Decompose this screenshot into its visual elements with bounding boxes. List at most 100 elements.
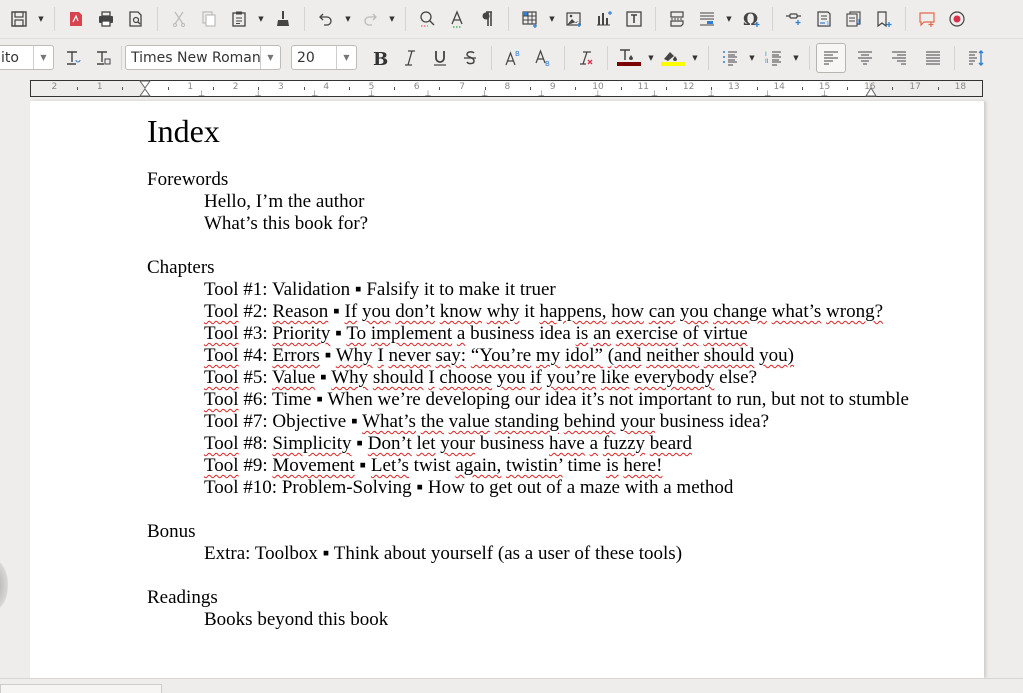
- paste-dropdown[interactable]: ▼: [254, 4, 268, 34]
- update-style-icon: [67, 50, 81, 65]
- insert-chart-button[interactable]: [589, 4, 619, 34]
- strikethrough-button[interactable]: [455, 43, 485, 73]
- tab-stop-marker: ⊥: [198, 89, 206, 98]
- export-pdf-button[interactable]: [61, 4, 91, 34]
- align-right-icon: [892, 51, 906, 64]
- chevron-down-icon[interactable]: ▼: [336, 46, 356, 69]
- word: else?: [719, 367, 758, 388]
- document-body[interactable]: Index Forewords Hello, I’m the author What…: [147, 111, 977, 653]
- section-title: Bonus: [147, 521, 196, 542]
- insert-footnote-button[interactable]: 1: [809, 4, 839, 34]
- insert-field-button[interactable]: [692, 4, 722, 34]
- insert-textbox-button[interactable]: [619, 4, 649, 34]
- cut-button[interactable]: [164, 4, 194, 34]
- index-section: Chapters Tool #1: Validation ▪ Falsify it…: [147, 257, 977, 499]
- undo-button[interactable]: [311, 4, 341, 34]
- paste-button[interactable]: [224, 4, 254, 34]
- numbered-list-icon: III: [765, 51, 781, 65]
- word: happens,: [539, 301, 607, 322]
- print-preview-button[interactable]: [121, 4, 151, 34]
- formatting-toolbar: ito ▼ Times New Roman ▼ 20 ▼ B B B ▼ ▼ ▼…: [0, 38, 1023, 76]
- ruler-tick: [756, 87, 758, 90]
- line-spacing-button[interactable]: [961, 43, 991, 73]
- strikethrough-icon: [464, 50, 476, 64]
- spelling-button[interactable]: [442, 4, 472, 34]
- pilcrow-icon: [482, 11, 492, 26]
- superscript-button[interactable]: B: [498, 43, 528, 73]
- insert-page-break-button[interactable]: [662, 4, 692, 34]
- ordered-list-dropdown[interactable]: ▼: [789, 43, 803, 73]
- align-center-button[interactable]: [850, 43, 880, 73]
- chevron-down-icon[interactable]: ▼: [33, 46, 53, 69]
- align-left-button[interactable]: [816, 42, 846, 73]
- update-style-button[interactable]: [58, 43, 88, 73]
- word: should: [372, 367, 424, 388]
- highlight-color-dropdown[interactable]: ▼: [688, 43, 702, 73]
- italic-button[interactable]: [395, 43, 425, 73]
- align-right-button[interactable]: [884, 43, 914, 73]
- font-color-button[interactable]: [614, 43, 644, 73]
- index-entry: Tool #8: Simplicity ▪ Don’t let your bus…: [147, 433, 977, 455]
- ruler-label: 1: [187, 82, 194, 92]
- chevron-down-icon[interactable]: ▼: [260, 46, 280, 69]
- ruler-label: 17: [909, 82, 921, 92]
- font-name-combo[interactable]: Times New Roman ▼: [125, 45, 281, 70]
- insert-bookmark-button[interactable]: [869, 4, 899, 34]
- copy-button[interactable]: [194, 4, 224, 34]
- ordered-list-button[interactable]: I II: [759, 43, 789, 73]
- word: idea: [539, 323, 571, 344]
- word: Tool: [204, 301, 239, 322]
- font-size-combo[interactable]: 20 ▼: [291, 45, 357, 70]
- pdf-icon: [70, 12, 82, 26]
- index-entry: Tool #7: Objective ▪ What’s the value st…: [147, 411, 977, 433]
- insert-table-button[interactable]: [515, 4, 545, 34]
- word: business: [479, 433, 545, 454]
- formatting-marks-button[interactable]: [472, 4, 502, 34]
- paragraph-style-combo[interactable]: ito ▼: [0, 45, 54, 70]
- word: how: [611, 301, 644, 322]
- redo-dropdown[interactable]: ▼: [385, 4, 399, 34]
- word: idea?: [728, 411, 769, 432]
- clear-formatting-button[interactable]: [571, 43, 601, 73]
- word: virtue: [703, 323, 748, 344]
- bold-button[interactable]: B: [365, 43, 395, 73]
- horizontal-ruler[interactable]: 2 1 1 2 3 4 5 6 7 8 9 10 11 12 13 14 15 16 17 18 ⊥ ⊥ ⊥ ⊥ ⊥ ⊥ ⊥ ⊥ ⊥ ⊥ ⊥…: [30, 80, 983, 98]
- unordered-list-button[interactable]: [715, 43, 745, 73]
- new-style-button[interactable]: [88, 43, 118, 73]
- justify-button[interactable]: [918, 43, 948, 73]
- insert-comment-button[interactable]: [912, 4, 942, 34]
- tab-stop-marker: ⊥: [311, 89, 319, 98]
- word: to: [716, 389, 732, 410]
- subscript-button[interactable]: B: [528, 43, 558, 73]
- insert-special-char-button[interactable]: Ω: [736, 4, 766, 34]
- word: to: [829, 389, 845, 410]
- document-page[interactable]: Index Forewords Hello, I’m the author What…: [30, 101, 984, 678]
- font-color-dropdown[interactable]: ▼: [644, 43, 658, 73]
- insert-field-dropdown[interactable]: ▼: [722, 4, 736, 34]
- highlight-color-button[interactable]: [658, 43, 688, 73]
- save-dropdown[interactable]: ▼: [34, 4, 48, 34]
- word: twist: [413, 455, 451, 476]
- ruler-label: 8: [504, 82, 511, 92]
- save-button[interactable]: [4, 4, 34, 34]
- ruler-tick: [620, 87, 622, 90]
- word: ▪: [320, 367, 327, 388]
- ruler-tick: [303, 87, 305, 90]
- word: Tool: [204, 411, 239, 432]
- word: our: [514, 389, 541, 410]
- redo-button[interactable]: [355, 4, 385, 34]
- find-replace-button[interactable]: [412, 4, 442, 34]
- track-changes-button[interactable]: [942, 4, 972, 34]
- unordered-list-dropdown[interactable]: ▼: [745, 43, 759, 73]
- insert-table-dropdown[interactable]: ▼: [545, 4, 559, 34]
- left-indent-marker[interactable]: [139, 80, 151, 97]
- undo-dropdown[interactable]: ▼: [341, 4, 355, 34]
- insert-endnote-button[interactable]: [839, 4, 869, 34]
- clone-formatting-button[interactable]: [268, 4, 298, 34]
- insert-hyperlink-button[interactable]: [779, 4, 809, 34]
- window-shadow: [0, 560, 8, 610]
- word: your: [620, 411, 656, 432]
- insert-image-button[interactable]: [559, 4, 589, 34]
- underline-button[interactable]: [425, 43, 455, 73]
- print-button[interactable]: [91, 4, 121, 34]
